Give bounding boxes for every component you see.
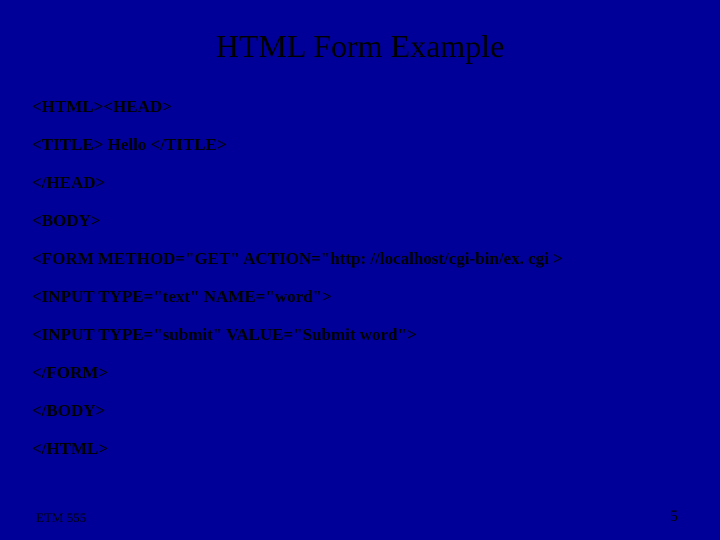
footer-page-number: 5 (670, 508, 678, 526)
code-line: </HTML> (32, 439, 688, 459)
code-line: <FORM METHOD="GET" ACTION="http: //local… (32, 249, 688, 269)
footer-course: ETM 555 (36, 510, 86, 526)
code-line: </FORM> (32, 363, 688, 383)
code-line: <BODY> (32, 211, 688, 231)
code-line: <INPUT TYPE="submit" VALUE="Submit word"… (32, 325, 688, 345)
code-line: <TITLE> Hello </TITLE> (32, 135, 688, 155)
code-block: <HTML><HEAD> <TITLE> Hello </TITLE> </HE… (32, 97, 688, 459)
code-line: </BODY> (32, 401, 688, 421)
code-line: </HEAD> (32, 173, 688, 193)
slide-title: HTML Form Example (32, 28, 688, 65)
slide: HTML Form Example <HTML><HEAD> <TITLE> H… (0, 0, 720, 540)
code-line: <INPUT TYPE="text" NAME="word"> (32, 287, 688, 307)
code-line: <HTML><HEAD> (32, 97, 688, 117)
